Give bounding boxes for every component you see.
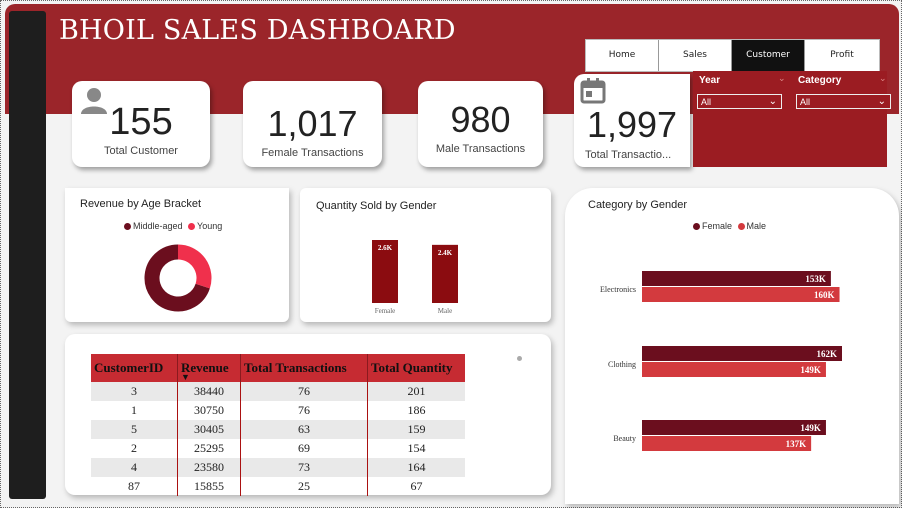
- tab-profit[interactable]: Profit: [805, 40, 879, 71]
- table-row: 2 25295 69 154: [91, 439, 465, 458]
- tab-home[interactable]: Home: [586, 40, 659, 71]
- nav-tabs: Home Sales Customer Profit: [585, 39, 880, 72]
- table-cell: 186: [407, 403, 426, 417]
- column-header-customerid[interactable]: CustomerID: [91, 354, 178, 382]
- data-label: 162K: [816, 349, 837, 359]
- table-cell: 67: [410, 479, 423, 493]
- data-label: 137K: [786, 439, 807, 449]
- table-cell: 201: [367, 382, 465, 401]
- column-header-revenue[interactable]: Revenue ▼: [177, 354, 241, 382]
- category-filter-label: Category: [798, 75, 842, 86]
- quantity-bar-chart: 2.6K Female 2.4K Male: [372, 240, 458, 315]
- data-label: 160K: [814, 290, 835, 300]
- kpi-value: 1,017: [267, 103, 358, 144]
- chevron-down-icon: ⌄: [879, 74, 887, 84]
- year-filter-label: Year: [699, 75, 721, 86]
- chevron-down-icon: ⌄: [877, 96, 886, 107]
- table-cell: 2: [91, 439, 178, 458]
- data-label: 2.6K: [378, 244, 393, 252]
- table-row: 5 30405 63 159: [91, 420, 465, 439]
- table-row: 4 23580 73 164: [91, 458, 465, 477]
- kpi-male-transactions: 980 Male Transactions: [418, 81, 543, 167]
- tab-customer[interactable]: Customer: [732, 40, 805, 71]
- bar-electronics-female[interactable]: [642, 271, 831, 286]
- kpi-total-customer: 155 Total Customer: [72, 81, 210, 167]
- table-row: 3 38440 76 201: [91, 382, 465, 401]
- year-filter-select[interactable]: All ⌄: [697, 94, 782, 109]
- table-cell: 76: [240, 401, 368, 420]
- kpi-label: Total Customer: [104, 145, 178, 157]
- table-cell: 30405: [177, 420, 241, 439]
- filter-panel: Year Category ⌄ ⌄ All ⌄ All ⌄: [693, 71, 891, 167]
- sidebar: [9, 11, 46, 499]
- table-cell: 25: [240, 477, 368, 496]
- table-cell: 164: [367, 458, 465, 477]
- table-cell: 38440: [177, 382, 241, 401]
- kpi-label: Female Transactions: [261, 147, 364, 159]
- column-header-total-transactions[interactable]: Total Transactions: [240, 354, 368, 382]
- kpi-total-transactions: 1,997 Total Transactio...: [574, 74, 690, 167]
- donut-slice-young[interactable]: [177, 244, 212, 289]
- bar-clothing-male[interactable]: [642, 362, 826, 377]
- customer-table: CustomerID Revenue ▼ Total Transactions …: [91, 354, 465, 496]
- table-cell: 76: [240, 382, 368, 401]
- table-cell: 5: [91, 420, 178, 439]
- kpi-label: Total Transactio...: [585, 149, 672, 161]
- sort-descending-icon: ▼: [181, 372, 190, 382]
- quantity-gender-card: Quantity Sold by Gender 2.6K Female 2.4K Ma…: [300, 188, 551, 322]
- dashboard-frame: BHOIL SALES DASHBOARD Home Sales Custome…: [0, 0, 902, 508]
- table-cell: 25295: [177, 439, 241, 458]
- table-cell: 23580: [177, 458, 241, 477]
- revenue-age-card: Revenue by Age Bracket Middle-aged Young: [65, 188, 289, 322]
- scrollbar-handle[interactable]: [517, 356, 522, 361]
- table-cell: 154: [407, 441, 426, 455]
- data-label: 149K: [800, 423, 821, 433]
- category-filter-value: All: [800, 97, 811, 107]
- table-cell: 159: [367, 420, 465, 439]
- axis-tick-label: Electronics: [600, 285, 636, 294]
- data-label: 153K: [805, 274, 826, 284]
- table-row: 1 30750 76 186: [91, 401, 465, 420]
- table-row: 87 15855 25 67: [91, 477, 465, 496]
- tab-sales[interactable]: Sales: [659, 40, 732, 71]
- chevron-down-icon: ⌄: [778, 74, 786, 84]
- table-cell: 87: [91, 477, 178, 496]
- kpi-value: 155: [109, 101, 173, 143]
- category-filter-select[interactable]: All ⌄: [796, 94, 891, 109]
- table-cell: 4: [91, 458, 178, 477]
- table-cell: 69: [240, 439, 368, 458]
- table-cell: 30750: [177, 401, 241, 420]
- axis-tick-label: Male: [438, 307, 452, 315]
- table-cell: 63: [240, 420, 368, 439]
- table-cell: 3: [91, 382, 178, 401]
- axis-tick-label: Female: [375, 307, 396, 315]
- kpi-female-transactions: 1,017 Female Transactions: [243, 81, 382, 167]
- table-cell: 1: [91, 401, 178, 420]
- data-label: 149K: [800, 365, 821, 375]
- donut-chart: [144, 244, 212, 312]
- table-cell: 73: [240, 458, 368, 477]
- axis-tick-label: Clothing: [608, 360, 636, 369]
- chevron-down-icon: ⌄: [768, 96, 777, 107]
- kpi-value: 1,997: [586, 104, 678, 145]
- category-gender-card: Category by Gender Female Male Electroni…: [565, 188, 899, 504]
- category-bar-chart: Electronics 153K 160K Clothing 162K 149K Beaut…: [600, 271, 842, 451]
- axis-tick-label: Beauty: [613, 434, 636, 443]
- page-title: BHOIL SALES DASHBOARD: [59, 15, 456, 46]
- kpi-value: 980: [450, 99, 511, 140]
- table-cell: 15855: [177, 477, 241, 496]
- bar-beauty-female[interactable]: [642, 420, 826, 435]
- bar-electronics-male[interactable]: [642, 287, 840, 302]
- year-filter-value: All: [701, 97, 712, 107]
- data-label: 2.4K: [438, 249, 453, 257]
- kpi-label: Male Transactions: [435, 143, 526, 155]
- bar-clothing-female[interactable]: [642, 346, 842, 361]
- column-header-total-quantity[interactable]: Total Quantity: [367, 354, 465, 382]
